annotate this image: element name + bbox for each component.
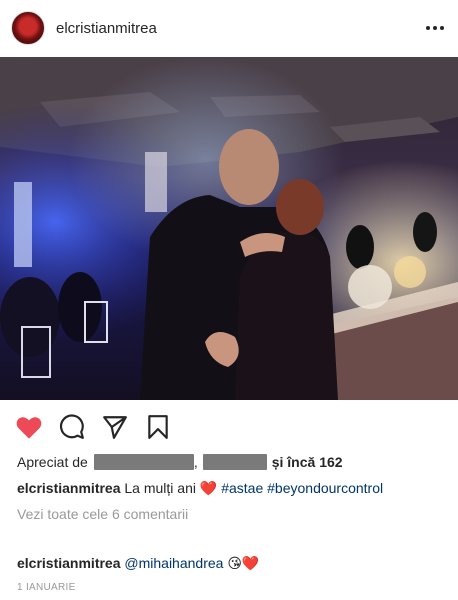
caption-username[interactable]: elcristianmitrea — [17, 480, 121, 496]
likes-separator: , — [193, 454, 198, 470]
redacted-username — [202, 454, 267, 470]
comment-icon[interactable] — [57, 412, 87, 442]
header-username[interactable]: elcristianmitrea — [56, 20, 157, 37]
likes-prefix: Apreciat de — [17, 454, 88, 470]
caption-heart-emoji: ❤️ — [199, 480, 218, 496]
comment-row: elcristianmitrea @mihaihandrea 😘❤️ — [17, 555, 259, 572]
avatar[interactable] — [11, 11, 45, 45]
bookmark-icon[interactable] — [143, 412, 173, 442]
view-all-comments-link[interactable]: Vezi toate cele 6 comentarii — [17, 506, 188, 522]
post-photo[interactable] — [0, 57, 458, 400]
likes-count[interactable]: și încă 162 — [272, 454, 343, 470]
redacted-username — [93, 454, 194, 470]
action-bar — [0, 404, 458, 450]
post-timestamp: 1 IANUARIE — [17, 582, 76, 593]
post-caption: elcristianmitrea La mulți ani ❤️ #astae … — [17, 480, 383, 497]
paper-plane-icon[interactable] — [100, 412, 130, 442]
comment-username[interactable]: elcristianmitrea — [17, 555, 121, 571]
comment-mention[interactable]: @mihaihandrea — [124, 555, 223, 571]
hashtag[interactable]: #beyondourcontrol — [267, 480, 383, 496]
heart-icon[interactable] — [14, 412, 44, 442]
hashtag[interactable]: #astae — [221, 480, 263, 496]
more-dots-icon[interactable] — [426, 26, 444, 30]
post-header: elcristianmitrea — [0, 0, 458, 56]
comment-emoji: 😘❤️ — [227, 555, 260, 571]
likes-summary: Apreciat de , și încă 162 — [17, 454, 343, 470]
caption-text: La mulți ani — [124, 480, 196, 496]
